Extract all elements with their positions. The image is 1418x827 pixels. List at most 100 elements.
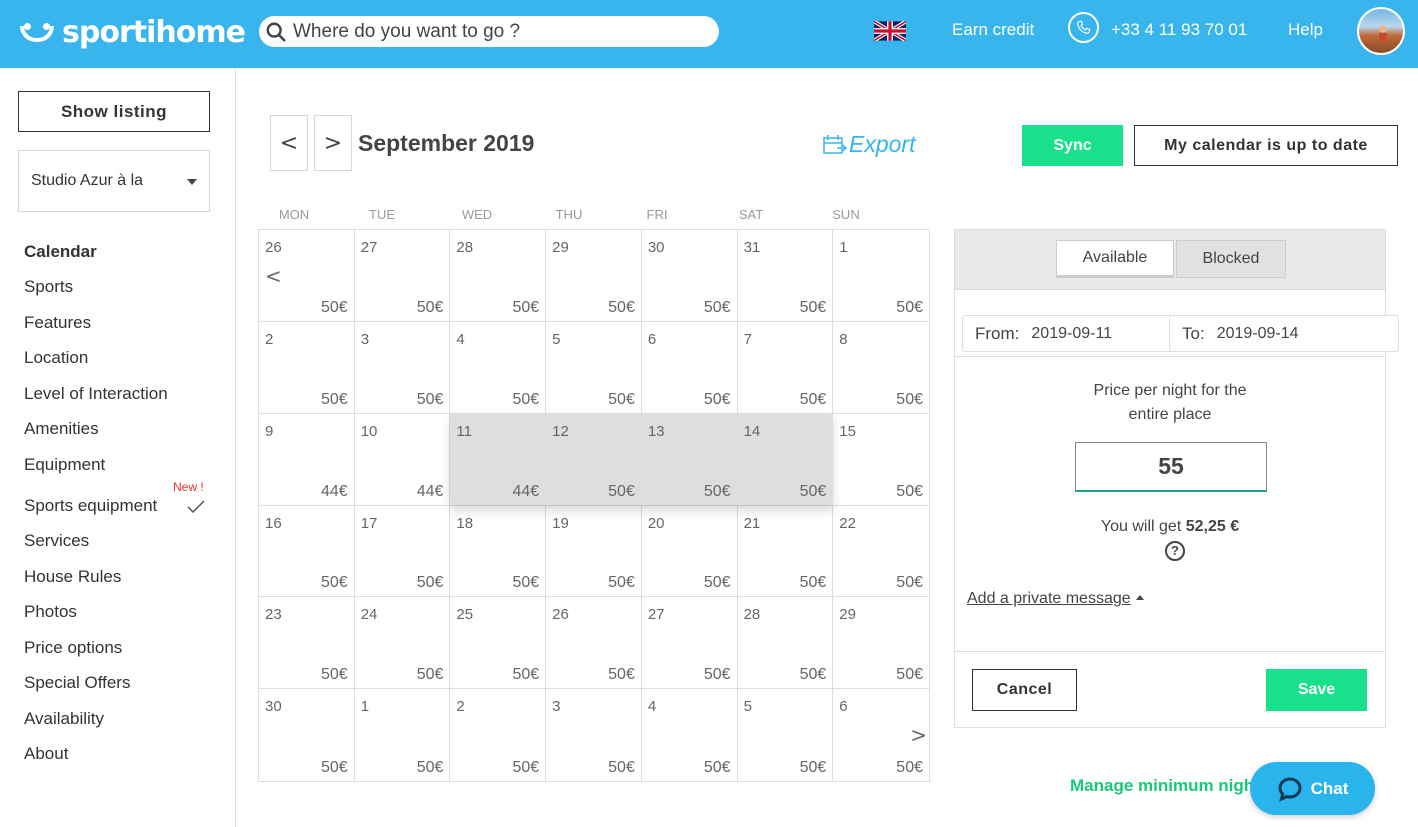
caret-up-icon bbox=[1135, 595, 1144, 600]
sidebar-item-features[interactable]: Features bbox=[24, 313, 91, 333]
chat-button[interactable]: Chat bbox=[1250, 762, 1375, 815]
calendar-day-cell[interactable]: 27 50€ bbox=[354, 230, 451, 322]
calendar-day-cell[interactable]: 9 44€ bbox=[259, 413, 355, 506]
save-button[interactable]: Save bbox=[1266, 669, 1367, 711]
calendar-day-cell[interactable]: 7 50€ bbox=[737, 321, 834, 414]
calendar-day-cell[interactable]: 24 50€ bbox=[354, 597, 451, 690]
question-circle-icon[interactable]: ? bbox=[1165, 541, 1185, 561]
price-title-line-1: Price per night for the bbox=[1093, 382, 1247, 399]
sidebar-item-special-offers[interactable]: Special Offers bbox=[24, 673, 130, 693]
calendar-day-cell[interactable]: 27 50€ bbox=[641, 597, 738, 690]
sidebar-item-equipment[interactable]: Equipment bbox=[24, 455, 105, 475]
user-avatar[interactable] bbox=[1357, 7, 1405, 55]
uk-flag-icon[interactable] bbox=[874, 21, 906, 41]
sidebar-item-photos[interactable]: Photos bbox=[24, 602, 77, 622]
manage-minimum-nights-link[interactable]: Manage minimum nigh bbox=[1070, 776, 1254, 796]
calendar-day-cell[interactable]: 28 50€ bbox=[737, 597, 834, 690]
sidebar-item-level-of-interaction[interactable]: Level of Interaction bbox=[24, 384, 168, 404]
day-number: 3 bbox=[360, 330, 370, 348]
sidebar-item-about[interactable]: About bbox=[24, 744, 68, 764]
listing-select[interactable]: Studio Azur à la bbox=[18, 150, 210, 212]
earn-credit-link[interactable]: Earn credit bbox=[952, 20, 1034, 40]
calendar-day-cell[interactable]: 29 50€ bbox=[833, 597, 929, 690]
day-price: 50€ bbox=[799, 666, 827, 684]
tab-available[interactable]: Available bbox=[1056, 240, 1174, 278]
calendar-day-cell[interactable]: 19 50€ bbox=[546, 505, 642, 598]
calendar-day-cell[interactable]: 13 50€ bbox=[641, 413, 738, 506]
calendar-day-cell[interactable]: 5 50€ bbox=[546, 321, 642, 414]
sidebar-item-amenities[interactable]: Amenities bbox=[24, 419, 99, 439]
grid-prev-arrow[interactable]: < bbox=[265, 264, 282, 288]
calendar-day-cell[interactable]: 18 50€ bbox=[450, 505, 547, 598]
sidebar-item-sports-equipment[interactable]: Sports equipment bbox=[24, 496, 157, 516]
calendar-day-cell[interactable]: 25 50€ bbox=[450, 597, 547, 690]
add-private-message-link[interactable]: Add a private message bbox=[967, 590, 1144, 608]
sportihome-logo[interactable]: sportihome bbox=[18, 12, 246, 52]
sync-button[interactable]: Sync bbox=[1022, 125, 1123, 166]
calendar-day-cell[interactable]: 30 50€ bbox=[259, 689, 355, 781]
calendar-day-cell[interactable]: 20 50€ bbox=[641, 505, 738, 598]
day-price: 50€ bbox=[799, 574, 827, 592]
weekday-fri: FRI bbox=[646, 207, 668, 222]
sidebar-item-services[interactable]: Services bbox=[24, 531, 89, 551]
sidebar-item-price-options[interactable]: Price options bbox=[24, 638, 122, 658]
calendar-day-cell[interactable]: 1 50€ bbox=[833, 230, 929, 322]
cancel-button[interactable]: Cancel bbox=[972, 669, 1077, 711]
calendar-day-cell[interactable]: 28 50€ bbox=[450, 230, 547, 322]
day-number: 29 bbox=[839, 606, 856, 624]
sidebar-item-calendar[interactable]: Calendar bbox=[24, 242, 97, 262]
calendar-day-cell[interactable]: 2 50€ bbox=[450, 689, 547, 781]
sidebar-item-house-rules[interactable]: House Rules bbox=[24, 567, 121, 587]
calendar-day-cell[interactable]: 22 50€ bbox=[833, 505, 929, 598]
show-listing-button[interactable]: Show listing bbox=[18, 91, 210, 132]
calendar-day-cell[interactable]: 21 50€ bbox=[737, 505, 834, 598]
grid-next-arrow[interactable]: > bbox=[910, 723, 927, 747]
sidebar-item-sports[interactable]: Sports bbox=[24, 277, 73, 297]
prev-month-button[interactable]: < bbox=[270, 115, 308, 171]
calendar-day-cell[interactable]: 8 50€ bbox=[833, 321, 929, 414]
search-bar[interactable] bbox=[259, 16, 719, 47]
calendar-day-cell[interactable]: 26 50€ < bbox=[259, 230, 355, 322]
day-price: 50€ bbox=[799, 390, 827, 408]
help-link[interactable]: Help bbox=[1288, 20, 1323, 40]
calendar-day-cell[interactable]: 12 50€ bbox=[546, 413, 642, 506]
calendar-day-cell[interactable]: 30 50€ bbox=[641, 230, 738, 322]
day-price: 44€ bbox=[416, 482, 444, 500]
calendar-day-cell[interactable]: 3 50€ bbox=[354, 321, 451, 414]
calendar-day-cell[interactable]: 16 50€ bbox=[259, 505, 355, 598]
next-month-button[interactable]: > bbox=[314, 115, 352, 171]
calendar-day-cell[interactable]: 5 50€ bbox=[737, 689, 834, 781]
tab-blocked[interactable]: Blocked bbox=[1176, 240, 1286, 278]
phone-number[interactable]: +33 4 11 93 70 01 bbox=[1111, 20, 1247, 40]
calendar-up-to-date-button[interactable]: My calendar is up to date bbox=[1134, 125, 1398, 166]
calendar-day-cell[interactable]: 10 44€ bbox=[354, 413, 451, 506]
calendar-day-cell[interactable]: 1 50€ bbox=[354, 689, 451, 781]
calendar-day-cell[interactable]: 4 50€ bbox=[450, 321, 547, 414]
calendar-day-cell[interactable]: 2 50€ bbox=[259, 321, 355, 414]
calendar-day-cell[interactable]: 11 44€ bbox=[450, 413, 547, 506]
price-input[interactable] bbox=[1075, 442, 1267, 492]
calendar-day-cell[interactable]: 6 50€ > bbox=[833, 689, 929, 781]
calendar-day-cell[interactable]: 14 50€ bbox=[737, 413, 834, 506]
search-input[interactable] bbox=[293, 20, 693, 43]
chat-bubble-icon bbox=[1278, 776, 1302, 802]
from-date-field[interactable]: From: 2019-09-11 bbox=[962, 315, 1174, 352]
calendar-day-cell[interactable]: 29 50€ bbox=[546, 230, 642, 322]
sidebar-item-availability[interactable]: Availability bbox=[24, 709, 104, 729]
calendar-day-cell[interactable]: 23 50€ bbox=[259, 597, 355, 690]
to-date-field[interactable]: To: 2019-09-14 bbox=[1169, 315, 1399, 352]
sidebar-item-location[interactable]: Location bbox=[24, 348, 88, 368]
calendar-day-cell[interactable]: 4 50€ bbox=[641, 689, 738, 781]
day-number: 5 bbox=[552, 330, 561, 348]
calendar-day-cell[interactable]: 17 50€ bbox=[354, 505, 451, 598]
calendar-day-cell[interactable]: 15 50€ bbox=[833, 413, 929, 506]
calendar-day-cell[interactable]: 3 50€ bbox=[546, 689, 642, 781]
day-number: 17 bbox=[360, 514, 378, 532]
from-date-value: 2019-09-11 bbox=[1031, 324, 1113, 342]
export-link[interactable]: Export bbox=[823, 131, 915, 158]
day-number: 22 bbox=[839, 514, 856, 532]
calendar-day-cell[interactable]: 6 50€ bbox=[641, 321, 738, 414]
day-number: 30 bbox=[265, 698, 282, 716]
calendar-day-cell[interactable]: 26 50€ bbox=[546, 597, 642, 690]
calendar-day-cell[interactable]: 31 50€ bbox=[737, 230, 834, 322]
